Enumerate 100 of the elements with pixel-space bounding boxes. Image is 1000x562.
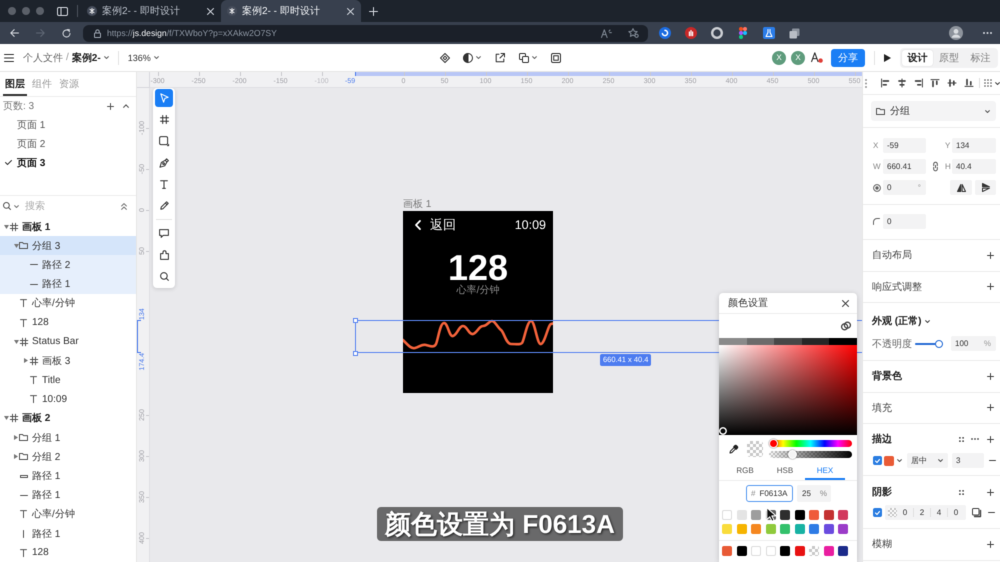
layer-item[interactable]: 路径 1 [0, 486, 136, 505]
resize-handle[interactable] [353, 351, 358, 356]
color-swatch[interactable] [736, 546, 746, 556]
caret-down-icon[interactable] [994, 82, 1000, 84]
diamond-icon[interactable] [440, 52, 450, 62]
page-item[interactable]: 页面 3 [0, 153, 136, 172]
color-swatch[interactable] [802, 338, 830, 345]
shadow-square-icon[interactable] [972, 508, 981, 517]
color-swatch[interactable] [766, 546, 776, 556]
number-field[interactable]: 3 [952, 453, 984, 468]
contrast-icon[interactable] [462, 52, 472, 62]
flask-icon[interactable] [763, 27, 775, 39]
align-left-icon[interactable] [881, 79, 889, 87]
color-swatch[interactable] [780, 524, 790, 534]
caret-right-icon[interactable] [14, 435, 18, 440]
reload-icon[interactable] [62, 28, 71, 38]
layer-type-dropdown[interactable]: 分组 [871, 101, 996, 121]
caret-up-icon[interactable] [123, 104, 129, 108]
color-swatch[interactable] [824, 524, 834, 534]
plus-icon[interactable] [987, 252, 994, 259]
color-swatch[interactable] [794, 510, 804, 520]
layer-item[interactable]: 128 [0, 543, 136, 562]
number-field[interactable]: 660.41 [883, 159, 926, 174]
number-field[interactable]: 0 ° [883, 180, 926, 195]
caret-right-icon[interactable] [14, 454, 18, 460]
align-bottom-icon[interactable] [964, 79, 973, 87]
checkbox[interactable] [873, 508, 882, 517]
caret-down-icon[interactable] [532, 56, 536, 59]
hex-field[interactable]: # F0613A [746, 485, 793, 502]
layer-item[interactable]: Title [0, 370, 136, 390]
color-swatch[interactable] [824, 510, 834, 520]
alpha-slider[interactable] [769, 451, 852, 458]
color-swatch[interactable] [829, 338, 857, 345]
layer-item[interactable]: 心率/分钟 [0, 504, 136, 524]
layer-item[interactable]: Status Bar [0, 332, 136, 352]
flip-vertical-button[interactable] [975, 180, 996, 195]
color-swatch[interactable] [794, 546, 804, 556]
color-swatch[interactable] [838, 524, 848, 534]
font-icon[interactable] [811, 52, 823, 63]
color-swatch[interactable] [824, 546, 834, 556]
color-swatch[interactable] [736, 524, 746, 534]
mode-tab[interactable]: 设计 [902, 50, 934, 66]
caret-down-icon[interactable] [476, 56, 480, 59]
resize-handle[interactable] [353, 318, 358, 323]
hand-icon[interactable] [685, 27, 697, 39]
profile-avatar[interactable] [949, 26, 963, 40]
nested-square-icon[interactable] [550, 52, 560, 62]
plus-icon[interactable] [107, 102, 114, 110]
mode-tab[interactable]: 原型 [933, 50, 965, 66]
link-rings-icon[interactable] [841, 321, 851, 331]
browser-tab[interactable]: 案例2- - 即时设计 [221, 0, 361, 22]
breadcrumb-link[interactable]: 个人文件 [23, 50, 63, 64]
swirl-icon[interactable] [659, 27, 671, 39]
caret-down-icon[interactable] [897, 459, 902, 462]
layer-item[interactable]: 心率/分钟 [0, 294, 136, 313]
shadow-field[interactable]: 0 2 4 0 [885, 505, 966, 520]
number-field[interactable]: 0 [883, 214, 926, 229]
close-icon[interactable] [842, 300, 849, 306]
color-swatch[interactable] [838, 546, 848, 556]
plus-icon[interactable] [987, 436, 994, 442]
browser-tab[interactable]: 案例2- - 即时设计 [81, 0, 221, 22]
transparent-swatch[interactable] [809, 546, 819, 556]
color-swatch[interactable] [838, 510, 848, 520]
layer-item[interactable]: 分组 3 [0, 236, 136, 256]
caret-right-icon[interactable] [24, 358, 28, 364]
checkbox[interactable] [873, 456, 882, 465]
color-swatch[interactable] [884, 456, 894, 466]
plus-icon[interactable] [987, 488, 994, 496]
shapes-icon[interactable] [739, 27, 747, 39]
caret-down-icon[interactable] [4, 416, 8, 420]
plus-icon[interactable] [987, 372, 994, 380]
color-swatch[interactable] [736, 510, 746, 520]
color-swatch[interactable] [809, 510, 819, 520]
hue-slider[interactable] [769, 440, 852, 447]
panel-tab[interactable]: 图层 [3, 72, 27, 96]
four-dots-icon[interactable] [959, 436, 964, 442]
mode-tab[interactable]: 标注 [964, 50, 996, 66]
color-swatch[interactable] [780, 510, 790, 520]
chain-link-icon[interactable] [933, 162, 938, 171]
align-horizontal-center-icon[interactable] [898, 79, 906, 87]
back-arrow-icon[interactable] [10, 29, 19, 37]
opacity-slider[interactable] [915, 340, 943, 348]
color-gradient-field[interactable] [719, 345, 857, 435]
page-item[interactable]: 页面 2 [0, 134, 136, 153]
favorite-icon[interactable] [628, 28, 639, 38]
number-field[interactable]: -59 [883, 138, 926, 153]
eyedropper-icon[interactable] [729, 444, 738, 454]
color-mode-tab[interactable]: HSB [765, 463, 805, 480]
color-swatch[interactable] [780, 546, 790, 556]
layer-item[interactable]: 画板 3 [0, 351, 136, 370]
slider-thumb[interactable] [935, 340, 943, 348]
zoom-dropdown[interactable]: 136% [128, 52, 159, 62]
caret-down-icon[interactable] [4, 224, 8, 229]
caret-down-icon[interactable] [925, 320, 930, 322]
align-top-icon[interactable] [931, 79, 940, 87]
stroke-align-dropdown[interactable]: 居中 [907, 453, 948, 468]
number-field[interactable]: 40.4 [952, 159, 996, 174]
flip-horizontal-button[interactable] [950, 180, 972, 195]
plus-icon[interactable] [987, 404, 994, 412]
color-swatch[interactable] [751, 524, 761, 534]
